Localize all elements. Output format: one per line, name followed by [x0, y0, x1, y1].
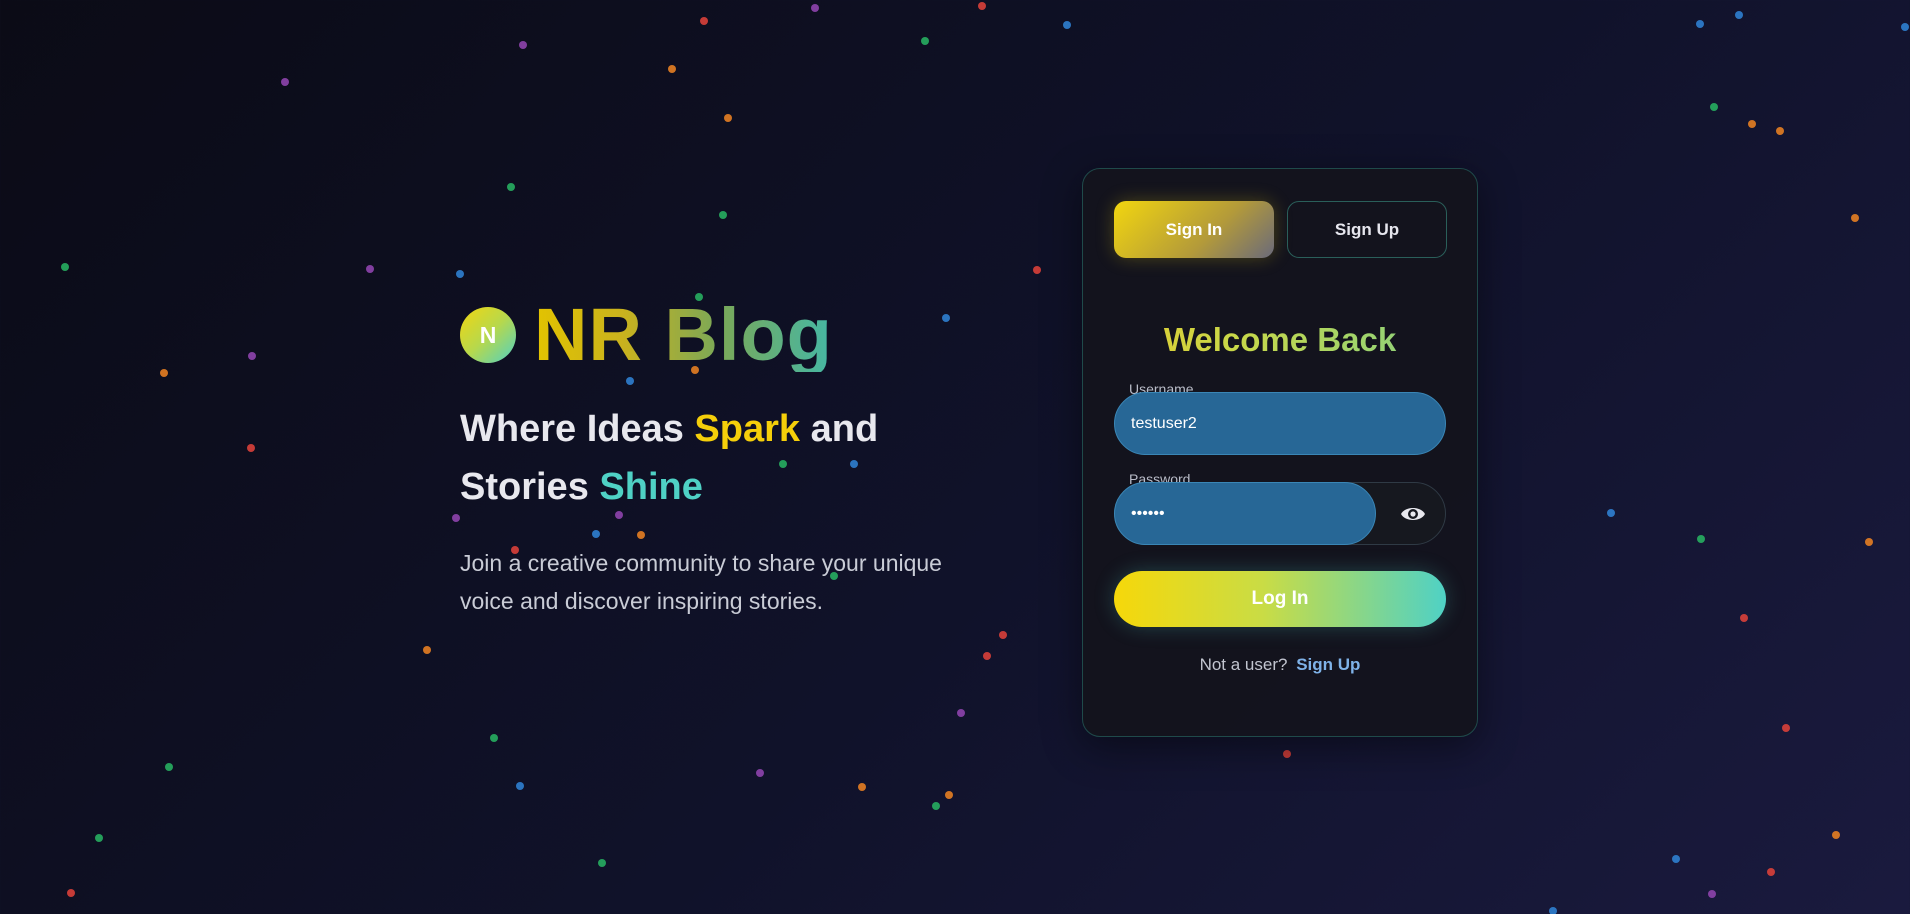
- auth-tabs: Sign In Sign Up: [1114, 201, 1447, 258]
- signup-prompt-text: Not a user?: [1199, 655, 1288, 674]
- particle-dot: [811, 4, 819, 12]
- particle-dot: [160, 369, 168, 377]
- particle-dot: [1767, 868, 1775, 876]
- particle-dot: [456, 270, 464, 278]
- particle-dot: [1697, 535, 1705, 543]
- particle-dot: [423, 646, 431, 654]
- tab-sign-up[interactable]: Sign Up: [1287, 201, 1447, 258]
- particle-dot: [756, 769, 764, 777]
- auth-card: Sign In Sign Up Welcome Back Username Pa…: [1082, 168, 1478, 737]
- particle-dot: [452, 514, 460, 522]
- hero-subtext: Join a creative community to share your …: [460, 550, 942, 614]
- hero-section: N NR Blog Where Ideas Spark and Stories …: [460, 298, 980, 620]
- particle-dot: [95, 834, 103, 842]
- particle-dot: [858, 783, 866, 791]
- signup-link[interactable]: Sign Up: [1296, 655, 1360, 674]
- particle-dot: [247, 444, 255, 452]
- particle-dot: [598, 859, 606, 867]
- login-button[interactable]: Log In: [1114, 571, 1446, 627]
- brand: N NR Blog: [460, 298, 980, 372]
- particle-dot: [700, 17, 708, 25]
- tab-sign-in[interactable]: Sign In: [1114, 201, 1274, 258]
- particle-dot: [1901, 23, 1909, 31]
- particle-dot: [248, 352, 256, 360]
- particle-dot: [983, 652, 991, 660]
- password-input[interactable]: [1114, 482, 1376, 545]
- particle-dot: [945, 791, 953, 799]
- particle-dot: [999, 631, 1007, 639]
- headline-text: and: [800, 408, 879, 450]
- hero-headline: Where Ideas Spark and Stories Shine: [460, 400, 980, 516]
- particle-dot: [1696, 20, 1704, 28]
- particle-dot: [1063, 21, 1071, 29]
- particle-dot: [957, 709, 965, 717]
- particle-dot: [1865, 538, 1873, 546]
- logo-icon: N: [460, 307, 516, 363]
- eye-icon[interactable]: [1399, 501, 1427, 527]
- particle-dot: [932, 802, 940, 810]
- headline-text: Where Ideas: [460, 408, 695, 450]
- particle-dot: [978, 2, 986, 10]
- particle-dot: [281, 78, 289, 86]
- password-field: [1114, 482, 1446, 545]
- particle-dot: [1851, 214, 1859, 222]
- particle-dot: [1740, 614, 1748, 622]
- form-title: Welcome Back: [1083, 321, 1477, 359]
- particle-dot: [1708, 890, 1716, 898]
- particle-dot: [1549, 907, 1557, 914]
- headline-shine: Shine: [599, 466, 703, 508]
- particle-dot: [921, 37, 929, 45]
- particle-dot: [1782, 724, 1790, 732]
- headline-spark: Spark: [694, 408, 801, 450]
- particle-dot: [1832, 831, 1840, 839]
- particle-dot: [165, 763, 173, 771]
- particle-dot: [490, 734, 498, 742]
- particle-dot: [1735, 11, 1743, 19]
- brand-name: NR Blog: [534, 293, 833, 376]
- particle-dot: [668, 65, 676, 73]
- particle-dot: [1607, 509, 1615, 517]
- particle-dot: [67, 889, 75, 897]
- particle-dot: [366, 265, 374, 273]
- headline-text: Stories: [460, 466, 600, 508]
- particle-dot: [1033, 266, 1041, 274]
- signup-prompt: Not a user? Sign Up: [1083, 655, 1477, 675]
- particle-dot: [724, 114, 732, 122]
- particle-dot: [1748, 120, 1756, 128]
- particle-dot: [61, 263, 69, 271]
- particle-dot: [1776, 127, 1784, 135]
- particle-dot: [519, 41, 527, 49]
- particle-dot: [1710, 103, 1718, 111]
- username-input[interactable]: [1114, 392, 1446, 455]
- particle-dot: [507, 183, 515, 191]
- particle-dot: [1672, 855, 1680, 863]
- particle-dot: [516, 782, 524, 790]
- particle-dot: [719, 211, 727, 219]
- particle-dot: [1283, 750, 1291, 758]
